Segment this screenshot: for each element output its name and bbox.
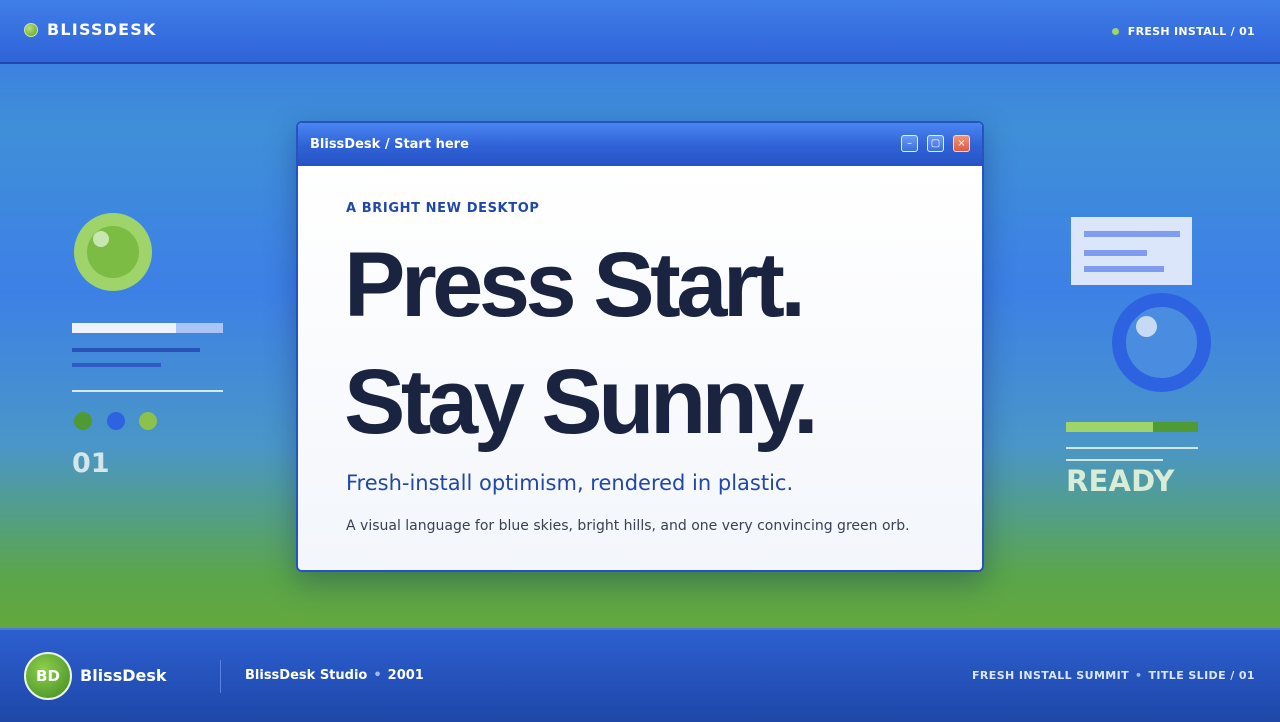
- brand: BLISSDESK: [24, 20, 157, 39]
- footer-divider: [220, 660, 221, 693]
- light-green-dot-icon: [139, 412, 157, 430]
- divider: [1066, 459, 1163, 461]
- decorative-line: [72, 363, 161, 367]
- studio-name: BlissDesk Studio: [245, 668, 368, 683]
- kicker: A BRIGHT NEW DESKTOP: [346, 201, 540, 216]
- footer: BD BlissDesk BlissDesk Studio • 2001 FRESH…: [0, 628, 1280, 722]
- decorative-bar-end: [176, 323, 223, 333]
- divider: [1066, 447, 1198, 449]
- headline-line-1: Press Start.: [344, 234, 806, 336]
- footer-credit: BlissDesk Studio • 2001: [245, 668, 424, 683]
- event-name: FRESH INSTALL SUMMIT: [972, 669, 1130, 682]
- description: A visual language for blue skies, bright…: [346, 518, 910, 534]
- close-button[interactable]: ×: [953, 135, 970, 152]
- document-card-icon: [1071, 217, 1192, 285]
- top-bar: BLISSDESK FRESH INSTALL / 01: [0, 0, 1280, 64]
- green-dot-icon: [74, 412, 92, 430]
- decorative-bar: [72, 323, 176, 333]
- footer-slide-info: FRESH INSTALL SUMMIT • TITLE SLIDE / 01: [972, 669, 1255, 682]
- subheadline: Fresh-install optimism, rendered in plas…: [346, 471, 794, 495]
- start-window: BlissDesk / Start here – ▢ × A BRIGHT NE…: [296, 121, 984, 572]
- progress-bar-track: [1153, 422, 1198, 432]
- window-titlebar[interactable]: BlissDesk / Start here – ▢ ×: [298, 123, 982, 166]
- blue-dot-icon: [107, 412, 125, 430]
- brand-name: BLISSDESK: [47, 20, 157, 39]
- status-dot-icon: [1111, 28, 1119, 35]
- brand-orb-icon: [24, 22, 38, 37]
- install-status-label: FRESH INSTALL / 01: [1127, 25, 1255, 38]
- minimize-button[interactable]: –: [901, 135, 918, 152]
- green-orb-icon: [74, 213, 152, 291]
- blue-ring-orb-icon: [1112, 293, 1211, 392]
- footer-brand: BlissDesk: [80, 666, 167, 685]
- divider: [72, 390, 223, 392]
- headline-line-2: Stay Sunny.: [344, 351, 819, 453]
- maximize-button[interactable]: ▢: [927, 135, 944, 152]
- window-content: A BRIGHT NEW DESKTOP Press Start. Stay S…: [298, 166, 982, 570]
- progress-bar-fill: [1066, 422, 1153, 432]
- slide-number: 01: [72, 448, 110, 479]
- year: 2001: [387, 668, 424, 683]
- slide-label: TITLE SLIDE / 01: [1148, 669, 1255, 682]
- logo-badge: BD: [24, 652, 72, 700]
- decorative-line: [72, 348, 200, 352]
- install-status: FRESH INSTALL / 01: [1111, 25, 1255, 38]
- ready-label: READY: [1066, 464, 1175, 498]
- window-title: BlissDesk / Start here: [310, 137, 469, 152]
